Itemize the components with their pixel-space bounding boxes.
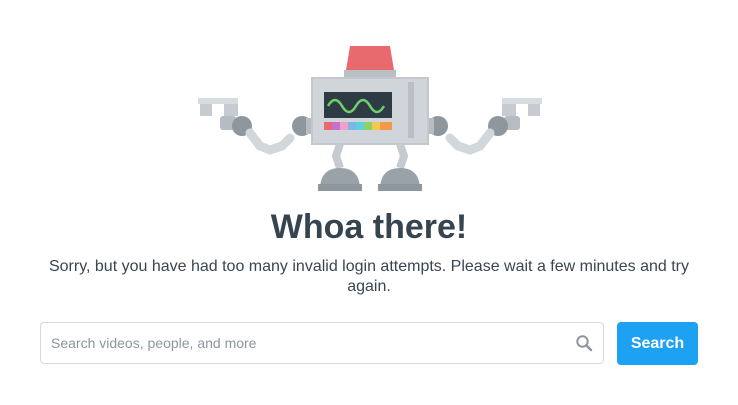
search-icon[interactable] <box>575 334 593 352</box>
page-title: Whoa there! <box>270 208 468 246</box>
search-input[interactable] <box>51 323 571 363</box>
error-page: Whoa there! Sorry, but you have had too … <box>0 0 738 405</box>
error-message: Sorry, but you have had too many invalid… <box>48 258 690 295</box>
search-box[interactable] <box>40 322 604 364</box>
search-form: Search <box>40 322 698 366</box>
search-button[interactable]: Search <box>617 322 698 365</box>
robot-illustration-icon <box>198 46 542 191</box>
